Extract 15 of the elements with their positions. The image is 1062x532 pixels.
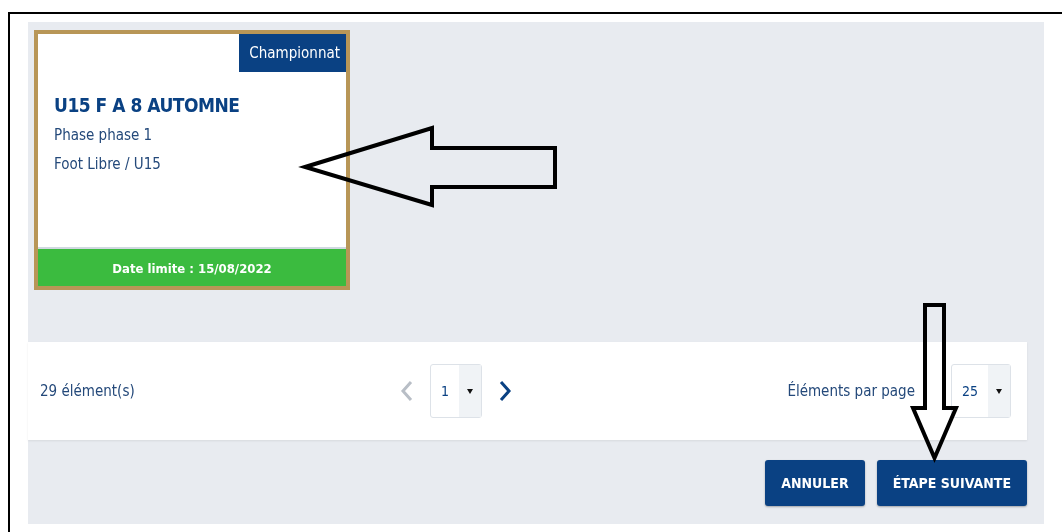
caret-icon bbox=[467, 388, 473, 394]
per-page-select[interactable]: 25 bbox=[950, 364, 1011, 418]
next-step-button[interactable]: ÉTAPE SUIVANTE bbox=[876, 460, 1027, 506]
deadline-bar: Date limite : 15/08/2022 bbox=[38, 247, 346, 286]
card-detail: Phase phase 1 bbox=[54, 126, 154, 144]
item-count: 29 élément(s) bbox=[40, 382, 136, 400]
competition-card[interactable]: Championnat U15 F A 8 AUTOMNE Phase phase 1 Foot Libre / U15 Date limite : 15/08/2022 bbox=[34, 30, 350, 290]
category-badge: Championnat bbox=[239, 34, 346, 72]
card-detail: Foot Libre / U15 bbox=[54, 155, 162, 173]
per-page-label: Éléments par page bbox=[787, 382, 915, 400]
caret-icon bbox=[996, 388, 1002, 394]
page-select[interactable]: 1 bbox=[430, 364, 482, 418]
card-title: U15 F A 8 AUTOMNE bbox=[54, 94, 241, 116]
cancel-button[interactable]: ANNULER bbox=[765, 460, 865, 506]
next-page-icon[interactable] bbox=[498, 380, 512, 402]
